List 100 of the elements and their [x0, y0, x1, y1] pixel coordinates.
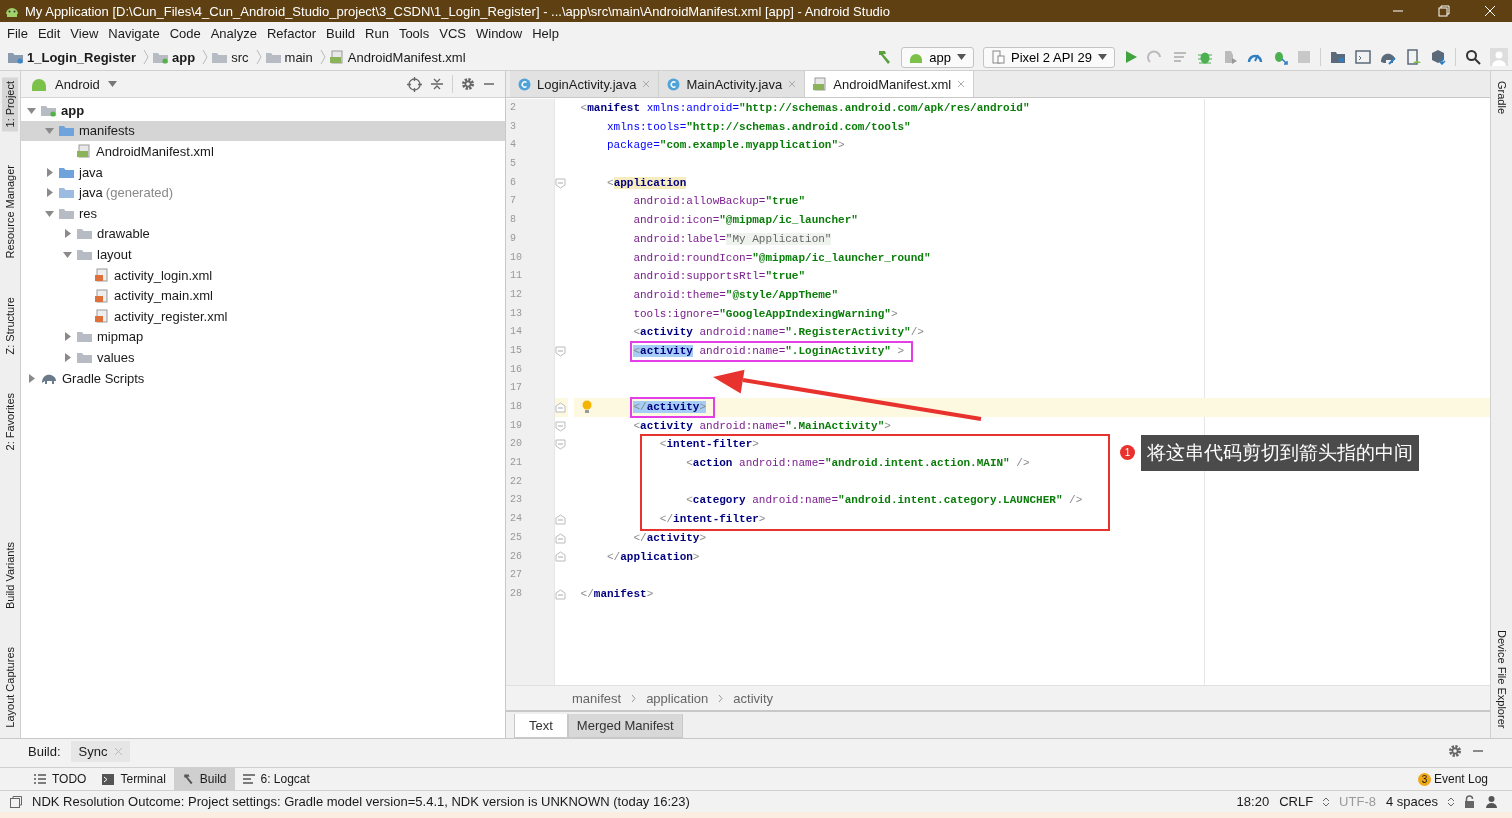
- tool-window-tab[interactable]: Gradle: [1495, 81, 1508, 115]
- panel-tab[interactable]: Sync: [70, 740, 131, 762]
- menu-item[interactable]: Build: [321, 25, 360, 41]
- panel-toggle-icon[interactable]: [10, 795, 22, 808]
- tool-window-tab[interactable]: Device File Explorer: [1495, 629, 1508, 728]
- tree-item[interactable]: java: [21, 161, 505, 183]
- tree-item[interactable]: manifests: [21, 120, 505, 142]
- tool-tab[interactable]: TODO: [26, 768, 95, 790]
- fold-marker-icon[interactable]: [555, 532, 566, 544]
- menu-item[interactable]: Window: [470, 25, 528, 41]
- editor-tab[interactable]: LoginActivity.java: [510, 71, 660, 97]
- tool-tab[interactable]: Build: [173, 768, 235, 790]
- editor-tab[interactable]: AndroidManifest.xml: [805, 71, 975, 97]
- tree-item[interactable]: activity_main.xml: [21, 285, 505, 306]
- hammer-icon[interactable]: [876, 49, 893, 65]
- tree-item[interactable]: mipmap: [21, 326, 505, 348]
- tool-window-tab[interactable]: Resource Manager: [2, 161, 18, 264]
- person-icon[interactable]: [1485, 795, 1498, 808]
- code-line: </intent-filter>: [659, 512, 766, 528]
- tool-window-tab[interactable]: 1: Project: [2, 77, 18, 132]
- lightbulb-icon[interactable]: [582, 400, 592, 414]
- settings-icon[interactable]: [1448, 744, 1462, 758]
- fold-marker-icon[interactable]: [555, 420, 566, 432]
- run-icon[interactable]: [1124, 50, 1138, 64]
- collapse-all-icon[interactable]: [430, 77, 444, 91]
- chevron-icon: [319, 49, 326, 65]
- path-item[interactable]: application: [646, 690, 709, 706]
- line-number: 5: [510, 157, 517, 172]
- tree-item[interactable]: app: [21, 100, 505, 121]
- tool-window-tab[interactable]: Build Variants: [2, 538, 18, 614]
- line-separator[interactable]: CRLF: [1279, 794, 1314, 809]
- menu-item[interactable]: Analyze: [205, 25, 262, 41]
- search-icon[interactable]: [1465, 49, 1481, 65]
- menu-item[interactable]: Run: [360, 25, 394, 41]
- menu-item[interactable]: Navigate: [103, 25, 165, 41]
- breadcrumb-item[interactable]: src: [231, 49, 249, 65]
- tree-item[interactable]: layout: [21, 244, 505, 265]
- menu-item[interactable]: VCS: [434, 25, 471, 41]
- view-tab[interactable]: Merged Manifest: [567, 714, 683, 738]
- tree-item[interactable]: activity_register.xml: [21, 305, 505, 327]
- fold-marker-icon[interactable]: [555, 177, 566, 189]
- menu-item[interactable]: View: [65, 25, 104, 41]
- project-view-dropdown[interactable]: Android: [55, 76, 100, 92]
- restore-icon[interactable]: [1438, 5, 1450, 17]
- editor-tab[interactable]: MainActivity.java: [659, 71, 806, 97]
- tree-item[interactable]: drawable: [21, 223, 505, 245]
- tool-window-tab[interactable]: 2: Favorites: [2, 388, 18, 454]
- fold-marker-icon[interactable]: [555, 439, 566, 451]
- up-down-icon[interactable]: [1323, 796, 1330, 807]
- fold-marker-icon[interactable]: [555, 345, 566, 357]
- menu-item[interactable]: Tools: [393, 25, 435, 41]
- menu-item[interactable]: Help: [527, 25, 564, 41]
- fold-marker-icon[interactable]: [555, 513, 566, 525]
- collapsed-arrow-icon[interactable]: [63, 229, 72, 239]
- collapsed-arrow-icon[interactable]: [45, 188, 54, 198]
- tool-tab[interactable]: Terminal: [94, 768, 174, 790]
- fold-marker-icon[interactable]: [555, 401, 566, 413]
- tool-tab[interactable]: 6: Logcat: [234, 768, 318, 790]
- tree-note: (generated): [105, 185, 174, 201]
- caret-position[interactable]: 18:20: [1236, 794, 1270, 809]
- tree-item[interactable]: java (generated): [21, 182, 505, 203]
- fold-marker-icon[interactable]: [555, 551, 566, 563]
- run-configuration-dropdown[interactable]: app: [901, 46, 975, 68]
- breadcrumb-item[interactable]: app: [172, 49, 196, 65]
- tool-window-tab[interactable]: Layout Captures: [2, 643, 18, 732]
- tree-item[interactable]: AndroidManifest.xml: [21, 141, 505, 162]
- breadcrumb-item[interactable]: AndroidManifest.xml: [347, 49, 466, 65]
- collapsed-arrow-icon[interactable]: [27, 373, 36, 383]
- lock-icon[interactable]: [1464, 795, 1475, 808]
- up-down-icon[interactable]: [1448, 796, 1454, 807]
- expanded-arrow-icon[interactable]: [45, 126, 54, 136]
- tree-item[interactable]: res: [21, 202, 505, 224]
- menu-item[interactable]: Edit: [32, 25, 66, 41]
- expanded-arrow-icon[interactable]: [45, 208, 54, 218]
- indent-setting[interactable]: 4 spaces: [1385, 794, 1438, 809]
- bug-arrow-icon[interactable]: [1272, 49, 1288, 65]
- breadcrumb-item[interactable]: main: [284, 49, 313, 65]
- tool-window-tab[interactable]: Z: Structure: [2, 293, 18, 359]
- dropdown-arrow-icon[interactable]: [107, 81, 117, 87]
- fold-marker-icon[interactable]: [555, 588, 566, 600]
- tree-item[interactable]: activity_login.xml: [21, 264, 505, 286]
- line-number: 27: [510, 568, 523, 583]
- path-item[interactable]: manifest: [572, 690, 622, 706]
- device-dropdown[interactable]: Pixel 2 API 29: [983, 46, 1115, 68]
- tree-item[interactable]: Gradle Scripts: [21, 367, 505, 389]
- menu-item[interactable]: Refactor: [261, 25, 322, 41]
- menu-item[interactable]: File: [2, 25, 33, 41]
- tree-item[interactable]: values: [21, 347, 505, 368]
- breadcrumb-item[interactable]: 1_Login_Register: [27, 49, 137, 65]
- event-log-tab[interactable]: 3 Event Log: [1417, 772, 1512, 786]
- menu-item[interactable]: Code: [164, 25, 206, 41]
- crosshair-icon[interactable]: [407, 76, 422, 92]
- view-tab[interactable]: Text: [514, 714, 568, 738]
- window-icon[interactable]: [1355, 49, 1371, 65]
- expanded-arrow-icon[interactable]: [63, 249, 72, 259]
- line-number: 3: [510, 119, 517, 134]
- settings-icon[interactable]: [461, 77, 475, 91]
- path-item[interactable]: activity: [733, 690, 774, 706]
- collapsed-arrow-icon[interactable]: [45, 167, 54, 177]
- expanded-arrow-icon[interactable]: [27, 105, 36, 115]
